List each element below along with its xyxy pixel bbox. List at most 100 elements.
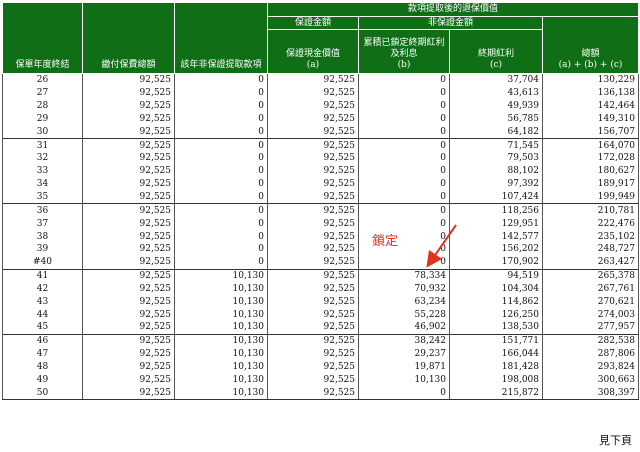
header-guaranteed-cash-value: 保證現金價值 (a) <box>267 29 359 74</box>
table-row: 44 92,525 10,130 92,525 55,228 126,250 274,003 <box>2 308 640 322</box>
withdrawal-cell: 0 <box>174 203 268 218</box>
withdrawal-cell: 0 <box>174 217 268 231</box>
locked-cell: 63,234 <box>358 295 450 309</box>
policy-year-cell: 41 <box>2 268 83 283</box>
locked-cell: 0 <box>358 190 450 204</box>
bonus-cell: 56,785 <box>449 112 543 126</box>
withdrawal-cell: 10,130 <box>174 360 268 374</box>
header-surrender-value: 款項提取後的退保價值 <box>266 2 640 17</box>
withdrawal-cell: 10,130 <box>174 308 268 322</box>
premium-cell: 92,525 <box>82 347 175 361</box>
withdrawal-cell: 10,130 <box>174 347 268 361</box>
bonus-cell: 126,250 <box>449 308 543 322</box>
premium-cell: 92,525 <box>82 295 175 309</box>
table-row: 41 92,525 10,130 92,525 78,334 94,519 265,378 <box>2 268 640 283</box>
policy-year-cell: 38 <box>2 230 83 243</box>
premium-cell: 92,525 <box>82 125 175 139</box>
policy-year-cell: 32 <box>2 152 83 165</box>
locked-cell: 0 <box>358 138 450 153</box>
policy-year-cell: 37 <box>2 217 83 231</box>
locked-cell: 70,932 <box>358 282 450 296</box>
policy-year-cell: 47 <box>2 347 83 361</box>
gcv-cell: 92,525 <box>267 164 359 178</box>
bonus-cell: 79,503 <box>449 152 543 165</box>
total-cell: 189,917 <box>541 177 640 191</box>
table-row: 43 92,525 10,130 92,525 63,234 114,862 270,621 <box>2 295 640 309</box>
bonus-cell: 142,577 <box>449 230 543 243</box>
table-row: 28 92,525 0 92,525 0 49,939 142,464 <box>2 99 640 113</box>
gcv-cell: 92,525 <box>267 308 359 322</box>
bonus-cell: 166,044 <box>449 347 543 361</box>
withdrawal-cell: 0 <box>174 177 268 191</box>
locked-cell: 0 <box>358 203 450 218</box>
locked-cell: 0 <box>358 152 450 165</box>
gcv-cell: 92,525 <box>267 203 359 218</box>
bonus-cell: 64,182 <box>449 125 543 139</box>
table-row: 48 92,525 10,130 92,525 19,871 181,428 293,824 <box>2 360 640 374</box>
withdrawal-cell: 0 <box>174 138 268 153</box>
total-cell: 293,824 <box>541 360 640 374</box>
withdrawal-cell: 10,130 <box>174 282 268 296</box>
table-row: 38 92,525 0 92,525 0 142,577 235,102 <box>2 230 640 243</box>
policy-year-cell: 42 <box>2 282 83 296</box>
policy-year-cell: #40 <box>2 255 83 270</box>
table-row: 33 92,525 0 92,525 0 88,102 180,627 <box>2 164 640 178</box>
header-non-guaranteed-amount: 非保證金額 <box>358 16 543 30</box>
total-cell: 274,003 <box>541 308 640 322</box>
premium-cell: 92,525 <box>82 177 175 191</box>
policy-year-cell: 46 <box>2 333 83 348</box>
bonus-cell: 118,256 <box>449 203 543 218</box>
premium-cell: 92,525 <box>82 72 175 87</box>
table-row: 34 92,525 0 92,525 0 97,392 189,917 <box>2 177 640 191</box>
locked-cell: 0 <box>358 217 450 231</box>
gcv-cell: 92,525 <box>267 282 359 296</box>
locked-cell: 0 <box>358 112 450 126</box>
total-cell: 149,310 <box>541 112 640 126</box>
policy-year-cell: 26 <box>2 72 83 87</box>
withdrawal-cell: 0 <box>174 72 268 87</box>
premium-cell: 92,525 <box>82 386 175 401</box>
bonus-cell: 215,872 <box>449 386 543 401</box>
total-cell: 130,229 <box>541 72 640 87</box>
total-cell: 136,138 <box>541 86 640 100</box>
bonus-cell: 43,613 <box>449 86 543 100</box>
gcv-cell: 92,525 <box>267 373 359 387</box>
total-cell: 180,627 <box>541 164 640 178</box>
gcv-cell: 92,525 <box>267 386 359 401</box>
total-cell: 308,397 <box>541 386 640 401</box>
total-cell: 235,102 <box>541 230 640 243</box>
policy-year-cell: 44 <box>2 308 83 322</box>
withdrawal-cell: 0 <box>174 230 268 243</box>
table-row: 27 92,525 0 92,525 0 43,613 136,138 <box>2 86 640 100</box>
header-accumulated-locked: 累積已鎖定終期紅利及利息 (b) <box>358 29 450 74</box>
bonus-cell: 170,902 <box>449 255 543 270</box>
gcv-cell: 92,525 <box>267 177 359 191</box>
policy-year-cell: 35 <box>2 190 83 204</box>
gcv-cell: 92,525 <box>267 333 359 348</box>
premium-cell: 92,525 <box>82 321 175 335</box>
withdrawal-cell: 10,130 <box>174 373 268 387</box>
locked-cell: 0 <box>358 164 450 178</box>
withdrawal-cell: 10,130 <box>174 333 268 348</box>
gcv-cell: 92,525 <box>267 255 359 270</box>
total-cell: 287,806 <box>541 347 640 361</box>
table-row: 37 92,525 0 92,525 0 129,951 222,476 <box>2 217 640 231</box>
premium-cell: 92,525 <box>82 360 175 374</box>
withdrawal-cell: 10,130 <box>174 321 268 335</box>
locked-cell: 55,228 <box>358 308 450 322</box>
table-row: 45 92,525 10,130 92,525 46,902 138,530 277,957 <box>2 321 640 335</box>
gcv-cell: 92,525 <box>267 125 359 139</box>
table-row: 32 92,525 0 92,525 0 79,503 172,028 <box>2 152 640 165</box>
withdrawal-cell: 0 <box>174 86 268 100</box>
policy-year-cell: 45 <box>2 321 83 335</box>
gcv-cell: 92,525 <box>267 217 359 231</box>
policy-year-cell: 31 <box>2 138 83 153</box>
premium-cell: 92,525 <box>82 86 175 100</box>
total-cell: 172,028 <box>541 152 640 165</box>
table-row: 42 92,525 10,130 92,525 70,932 104,304 267,761 <box>2 282 640 296</box>
table-row: 29 92,525 0 92,525 0 56,785 149,310 <box>2 112 640 126</box>
gcv-cell: 92,525 <box>267 242 359 256</box>
premium-cell: 92,525 <box>82 203 175 218</box>
bonus-cell: 151,771 <box>449 333 543 348</box>
bonus-cell: 114,862 <box>449 295 543 309</box>
